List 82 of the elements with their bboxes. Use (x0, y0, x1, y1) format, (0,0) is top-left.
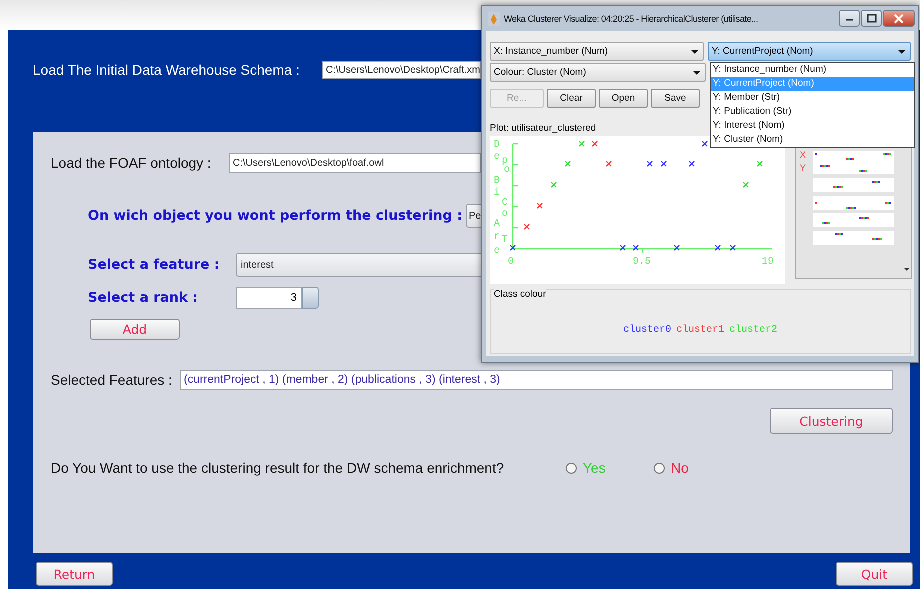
data-point (646, 160, 654, 168)
enrichment-question: Do You Want to use the clustering result for the DW schema enrichment? (51, 460, 506, 476)
section-title: Class colour (494, 289, 546, 300)
tick-label: 0 (508, 257, 514, 268)
axis-label: p (502, 156, 508, 167)
legend-label: cluster2 (730, 325, 778, 336)
return-button[interactable]: Return (36, 562, 113, 586)
add-button[interactable]: Add (90, 319, 180, 340)
menu-item[interactable]: Y: Interest (Nom) (711, 119, 914, 133)
menu-item[interactable]: Y: Cluster (Nom) (711, 133, 914, 147)
toolbar-button[interactable]: Save (651, 89, 700, 108)
schema-path-field[interactable]: C:\Users\Lenovo\Desktop\Craft.xm (322, 61, 481, 79)
data-point (564, 160, 572, 168)
close-icon (894, 14, 904, 24)
minimize-icon (846, 19, 853, 21)
feature-dropdown[interactable]: interest (236, 253, 481, 277)
data-point (550, 182, 558, 188)
axis-label: o (502, 209, 508, 220)
rank-spinner-field[interactable]: 3 (236, 287, 302, 309)
window-title: Weka Clusterer Visualize: 04:20:25 - HierarchicalClusterer (utilisate... (504, 14, 758, 24)
data-point (702, 140, 708, 148)
ontology-path-field[interactable]: C:\Users\Lenovo\Desktop\foaf.owl (229, 153, 481, 173)
maximize-button[interactable] (861, 10, 882, 27)
toolbar-button[interactable]: Clear (547, 89, 596, 108)
toolbar-button[interactable]: Open (599, 89, 648, 108)
menu-item[interactable]: Y: Instance_number (Num) (711, 63, 914, 77)
app-icon (488, 12, 500, 26)
data-point (536, 202, 544, 210)
tick-label: 9.5 (633, 257, 652, 268)
tick-label: 19 (762, 257, 774, 268)
data-point (620, 244, 626, 252)
radio-button[interactable] (566, 462, 577, 474)
axis-label: o (504, 165, 510, 176)
maximize-icon (867, 14, 877, 23)
axis-label: B (494, 176, 500, 187)
axis-label: e (494, 152, 500, 163)
y-axis-dropdown[interactable]: Y: CurrentProject (Nom) (708, 42, 911, 61)
rank-label: Select a rank : (88, 290, 200, 306)
ontology-label: Load the FOAF ontology : (51, 155, 212, 171)
selected-features-field[interactable]: (currentProject , 1) (member , 2) (publications , 3) (interest , 3) (180, 370, 893, 390)
data-point (756, 160, 764, 168)
schema-label: Load The Initial Data Warehouse Schema : (33, 62, 301, 78)
minimize-button[interactable] (839, 10, 860, 27)
data-point (714, 244, 722, 252)
x-axis-dropdown[interactable]: X: Instance_number (Num) (490, 42, 704, 61)
legend-label: cluster1 (676, 325, 724, 336)
clustering-button[interactable]: Clustering (770, 408, 893, 434)
data-point (660, 160, 668, 168)
data-point (730, 244, 736, 252)
radio-button[interactable] (654, 462, 665, 474)
data-point (632, 244, 640, 252)
menu-item[interactable]: Y: Publication (Str) (711, 105, 914, 119)
object-question-label: On wich object you wont perform the clustering : (88, 208, 464, 224)
axis-label: i (494, 188, 500, 199)
data-point (524, 224, 530, 230)
plot-title: Plot: utilisateur_clustered (490, 123, 596, 135)
caret-icon (898, 50, 906, 54)
axis-letter: X (800, 150, 806, 160)
axis-label: T (502, 235, 508, 246)
axis-label: A (494, 219, 500, 230)
data-point (578, 140, 586, 148)
data-point (688, 160, 696, 168)
data-point (606, 160, 612, 168)
axis-label: D (494, 140, 500, 151)
feature-label: Select a feature : (88, 257, 221, 273)
legend-label: cluster0 (623, 325, 672, 336)
scroll-down-icon (904, 268, 910, 271)
axis-label: C (502, 198, 508, 209)
caret-icon (693, 70, 701, 74)
data-point (592, 140, 598, 148)
axis-letter: Y (800, 163, 806, 173)
axis-label: r (494, 232, 500, 243)
colour-dropdown[interactable]: Colour: Cluster (Nom) (490, 63, 706, 82)
close-button[interactable] (883, 10, 915, 27)
data-point (510, 244, 516, 252)
caret-icon (690, 50, 699, 54)
selected-features-label: Selected Features : (51, 372, 174, 388)
data-point (742, 182, 750, 188)
menu-item[interactable]: Y: Member (Str) (711, 91, 914, 105)
object-dropdown[interactable]: Pe (466, 204, 481, 228)
data-point (674, 244, 680, 252)
axis-label: e (494, 246, 500, 257)
